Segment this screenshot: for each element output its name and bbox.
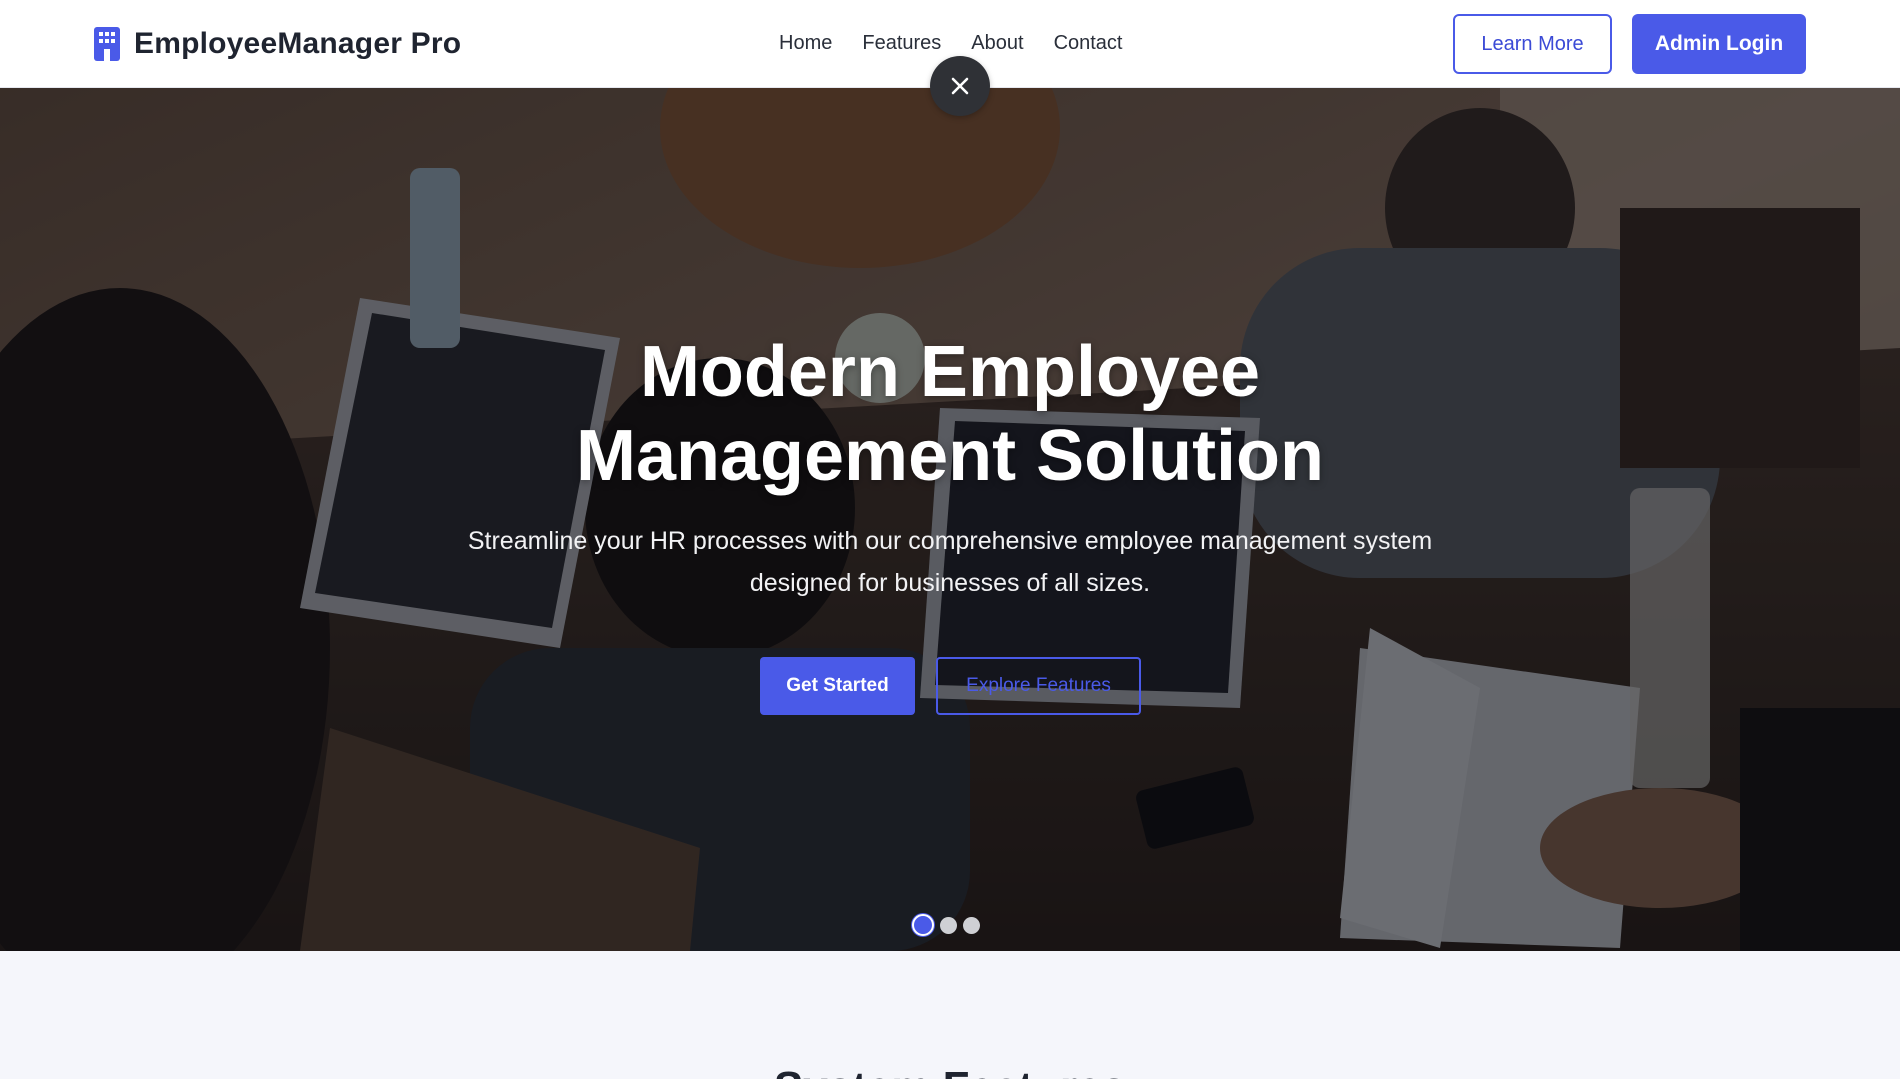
nav-link-home[interactable]: Home [779, 32, 832, 55]
carousel-dot-3[interactable] [963, 916, 980, 934]
nav-link-features[interactable]: Features [862, 32, 941, 55]
hero-section: Modern Employee Management Solution Stre… [0, 88, 1900, 951]
hero-subtitle: Streamline your HR processes with our co… [430, 520, 1470, 604]
features-section-heading: System Features [0, 1063, 1900, 1079]
brand-name: EmployeeManager Pro [134, 27, 462, 60]
nav-link-about[interactable]: About [971, 32, 1023, 55]
hero-title-line-2: Management Solution [575, 416, 1325, 496]
brand-logo[interactable]: EmployeeManager Pro [94, 26, 461, 62]
close-icon [951, 77, 969, 95]
carousel-dot-1[interactable] [912, 914, 934, 936]
get-started-button[interactable]: Get Started [760, 657, 915, 715]
hero-title: Modern Employee Management Solution [450, 330, 1450, 498]
nav-link-contact[interactable]: Contact [1054, 32, 1123, 55]
learn-more-button[interactable]: Learn More [1453, 14, 1612, 74]
close-button[interactable] [930, 56, 990, 116]
building-icon [94, 27, 120, 61]
carousel-indicators [912, 914, 980, 936]
features-section: System Features [0, 951, 1900, 1079]
explore-features-button[interactable]: Explore Features [936, 657, 1141, 715]
admin-login-button[interactable]: Admin Login [1632, 14, 1806, 74]
hero-subtitle-line-1: Streamline your HR processes with our co… [467, 527, 1433, 555]
carousel-dot-2[interactable] [940, 916, 957, 934]
hero-subtitle-line-2: designed for businesses of all sizes. [749, 569, 1151, 597]
hero-title-line-1: Modern Employee [639, 332, 1261, 412]
main-nav: Home Features About Contact [779, 32, 1123, 55]
